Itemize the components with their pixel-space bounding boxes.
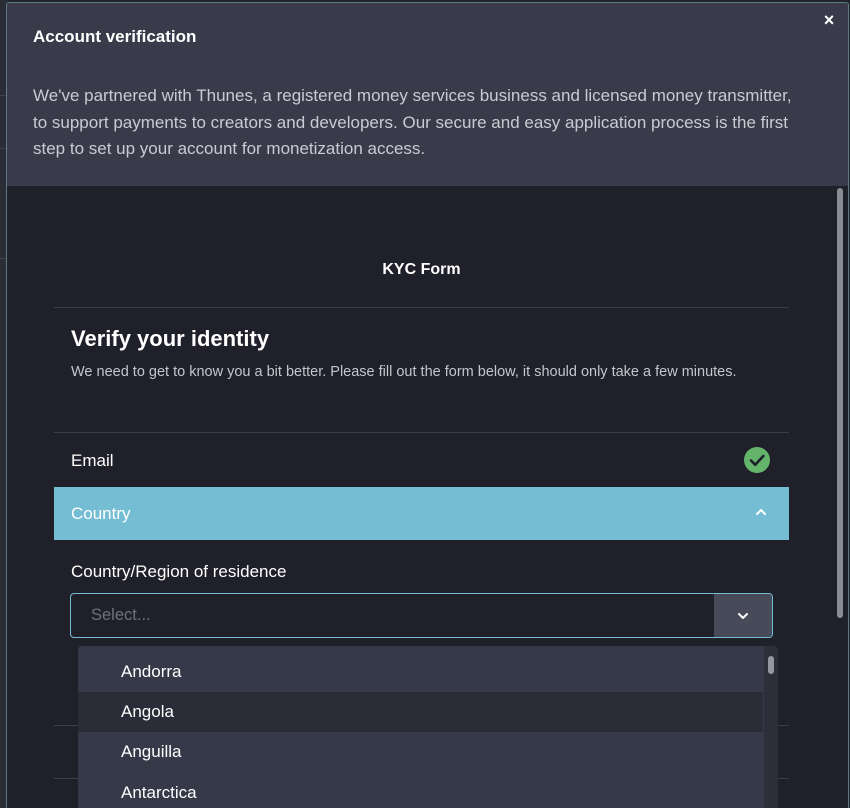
dropdown-option-andorra[interactable]: Andorra xyxy=(78,652,763,692)
email-section-label[interactable]: Email xyxy=(71,451,114,471)
country-region-label: Country/Region of residence xyxy=(71,562,287,581)
modal-header: Account verification We've partnered wit… xyxy=(7,3,848,186)
modal-scrollbar[interactable] xyxy=(837,188,843,618)
dropdown-option-angola[interactable]: Angola xyxy=(78,692,763,732)
country-select-toggle[interactable] xyxy=(714,594,772,637)
kyc-form-title: KYC Form xyxy=(382,261,461,278)
verify-identity-title: Verify your identity xyxy=(71,326,270,351)
country-dropdown-menu: Andorra Angola Anguilla Antarctica xyxy=(78,646,778,808)
modal-title: Account verification xyxy=(33,27,197,46)
chevron-down-icon xyxy=(735,608,751,624)
country-section-header[interactable]: Country xyxy=(54,487,789,540)
close-icon[interactable]: × xyxy=(820,9,838,31)
dropdown-scrollbar-thumb[interactable] xyxy=(768,656,774,674)
dropdown-scrollbar[interactable] xyxy=(764,646,778,808)
section-divider xyxy=(54,432,789,433)
chevron-up-icon[interactable] xyxy=(753,504,769,520)
dropdown-option-antarctica[interactable]: Antarctica xyxy=(78,773,763,808)
country-select[interactable]: Select... xyxy=(70,593,773,638)
verify-identity-description: We need to get to know you a bit better.… xyxy=(71,364,737,380)
dropdown-option-anguilla[interactable]: Anguilla xyxy=(78,732,763,772)
country-section-label: Country xyxy=(71,504,131,523)
country-select-placeholder: Select... xyxy=(91,606,151,624)
check-circle-icon xyxy=(744,447,770,473)
modal-description: We've partnered with Thunes, a registere… xyxy=(33,86,792,158)
account-verification-modal: Account verification We've partnered wit… xyxy=(6,2,849,808)
